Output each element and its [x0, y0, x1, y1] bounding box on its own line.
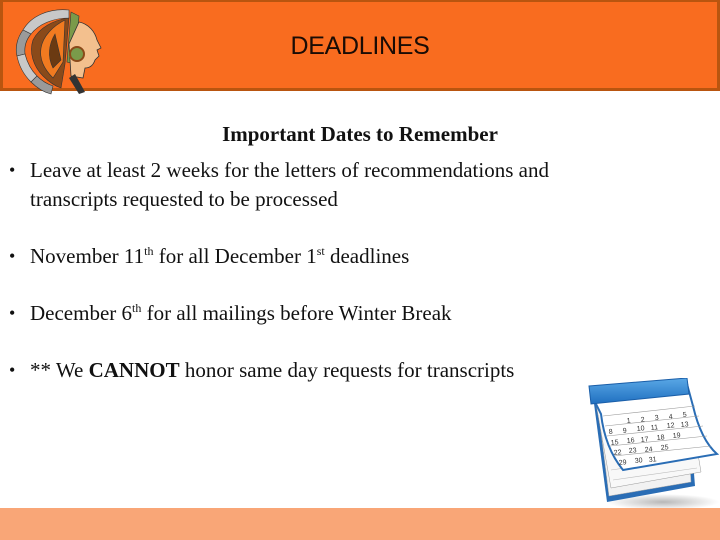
bullet-text-part: honor same day requests for transcripts: [179, 358, 515, 382]
svg-text:12: 12: [666, 422, 675, 430]
bullet-text-part: for all December 1: [153, 244, 317, 268]
ordinal-suffix: th: [132, 301, 142, 315]
bullet-text-part: November 11: [30, 244, 145, 268]
calendar-icon: 1 2 3 4 5 8 9 10 11 12 13 15 16 17 18 19…: [588, 378, 719, 510]
svg-text:23: 23: [628, 447, 637, 455]
bullet-text: November 11th for all December 1st deadl…: [30, 242, 640, 271]
svg-text:11: 11: [650, 424, 658, 432]
svg-text:31: 31: [648, 456, 657, 464]
svg-text:25: 25: [660, 444, 669, 452]
svg-text:10: 10: [636, 425, 645, 433]
bullet-text: Leave at least 2 weeks for the letters o…: [30, 158, 549, 211]
footer-bar: [0, 508, 720, 540]
svg-text:17: 17: [640, 436, 649, 444]
emphasis-text: CANNOT: [88, 358, 180, 382]
section-heading: Important Dates to Remember: [222, 122, 498, 146]
svg-text:15: 15: [610, 439, 619, 447]
bullet-text-part: deadlines: [324, 244, 410, 268]
bullet-text: ** We CANNOT honor same day requests for…: [30, 356, 640, 385]
svg-text:19: 19: [672, 432, 681, 440]
bullet-icon: •: [9, 160, 16, 180]
ordinal-suffix: st: [316, 244, 325, 258]
slide-title: DEADLINES: [290, 32, 430, 60]
bullet-icon: •: [9, 360, 16, 380]
svg-text:18: 18: [656, 434, 665, 442]
svg-text:24: 24: [644, 446, 653, 454]
bullet-text-part: ** We: [30, 358, 89, 382]
header-bar: DEADLINES: [0, 0, 720, 95]
svg-text:16: 16: [626, 437, 635, 445]
bullet-text: December 6th for all mailings before Win…: [30, 299, 640, 328]
bullet-icon: •: [9, 246, 16, 266]
bullet-text-part: December 6: [30, 301, 133, 325]
svg-text:13: 13: [680, 421, 689, 429]
bullet-icon: •: [9, 303, 16, 323]
bullet-text-part: for all mailings before Winter Break: [141, 301, 452, 325]
svg-text:29: 29: [618, 459, 627, 467]
svg-text:30: 30: [634, 457, 643, 465]
svg-text:22: 22: [613, 449, 622, 457]
